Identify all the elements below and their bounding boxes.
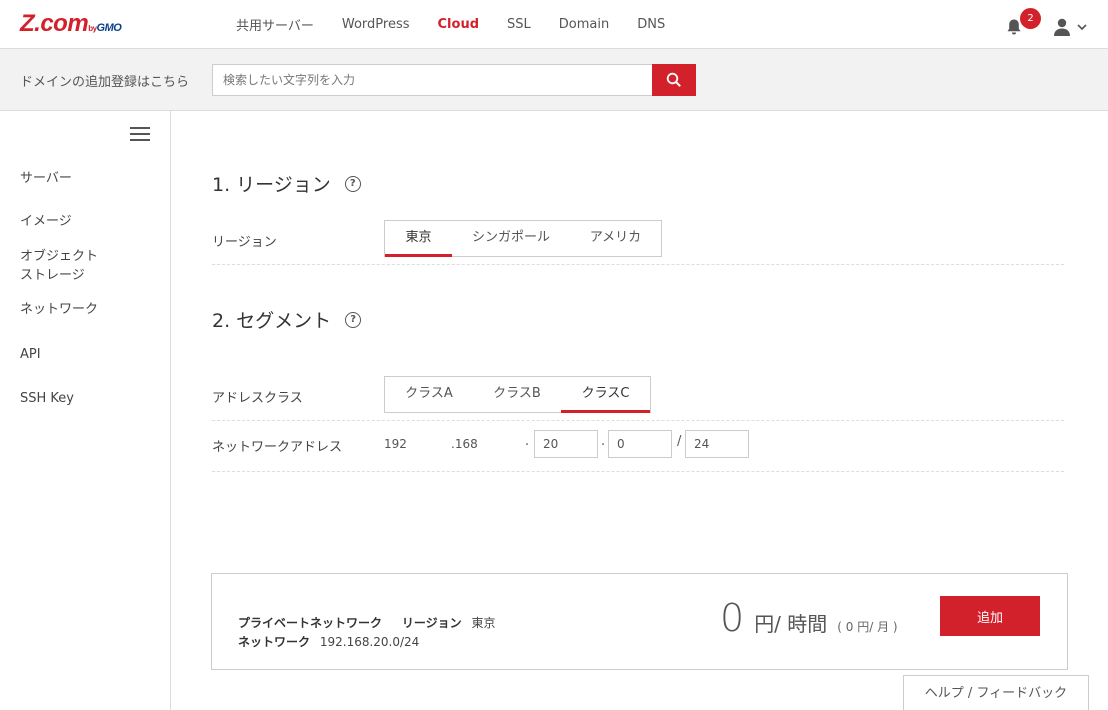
region-option-tokyo[interactable]: 東京 [385, 221, 452, 257]
logo-gmo: GMO [96, 22, 122, 34]
network-address-label: ネットワークアドレス [212, 440, 343, 455]
class-option-c[interactable]: クラスC [561, 377, 650, 413]
question-circle-icon[interactable]: ? [345, 311, 362, 328]
octet-1: 192 [384, 437, 407, 451]
divider [212, 420, 1064, 421]
octet-separator: . [601, 434, 606, 449]
sidebar-item-object-storage[interactable]: オブジェクト ストレージ [20, 247, 98, 285]
price-monthly: ( 0 円/ 月 ) [837, 620, 898, 634]
hamburger-menu-icon[interactable] [130, 127, 150, 141]
summary-network-value: 192.168.20.0/24 [319, 635, 420, 649]
region-option-singapore[interactable]: シンガポール [452, 221, 570, 256]
address-class-selector: クラスA クラスB クラスC [384, 376, 651, 413]
octet-2: .168 [451, 437, 478, 451]
domain-search-input[interactable] [212, 64, 652, 96]
nav-item-wordpress[interactable]: WordPress [342, 17, 410, 32]
summary-region-label: リージョン [401, 616, 462, 630]
top-bar: Z.combyGMO 共用サーバー WordPress Cloud SSL Do… [0, 0, 1108, 49]
prefix-input[interactable] [685, 430, 749, 458]
logo-main: Z.com [20, 10, 89, 37]
divider [212, 471, 1064, 472]
summary-region-value: 東京 [471, 616, 496, 630]
octet-3-input[interactable] [534, 430, 598, 458]
nav-item-dns[interactable]: DNS [637, 17, 665, 32]
summary-type: プライベートネットワーク [238, 616, 383, 630]
class-option-a[interactable]: クラスA [385, 377, 473, 412]
segment-section-title: 2. セグメント ? [212, 306, 362, 333]
search-button[interactable] [652, 64, 696, 96]
price-display: 0 円/ 時間 ( 0 円/ 月 ) [720, 596, 898, 640]
domain-search-label: ドメインの追加登録はこちら [20, 75, 190, 90]
summary-line-1: プライベートネットワーク リージョン 東京 [238, 614, 495, 631]
region-label: リージョン [212, 235, 277, 250]
price-unit: 円/ 時間 [754, 612, 828, 636]
region-title-text: 1. リージョン [212, 174, 331, 196]
user-icon[interactable] [1052, 17, 1072, 37]
nav-item-shared-server[interactable]: 共用サーバー [236, 15, 314, 34]
octet-4-input[interactable] [608, 430, 672, 458]
nav-item-ssl[interactable]: SSL [507, 17, 531, 32]
nav-item-domain[interactable]: Domain [559, 17, 609, 32]
nav-item-cloud[interactable]: Cloud [438, 17, 480, 32]
notification-badge: 2 [1020, 8, 1041, 29]
summary-line-2: ネットワーク 192.168.20.0/24 [238, 633, 419, 650]
octet-separator: . [525, 434, 530, 449]
main-nav: 共用サーバー WordPress Cloud SSL Domain DNS [236, 0, 693, 48]
prefix-separator: / [677, 434, 682, 449]
summary-panel: プライベートネットワーク リージョン 東京 ネットワーク 192.168.20.… [211, 573, 1068, 670]
region-section-title: 1. リージョン ? [212, 170, 361, 197]
add-button[interactable]: 追加 [940, 596, 1040, 636]
zcom-logo[interactable]: Z.combyGMO [20, 10, 122, 41]
sidebar-item-network[interactable]: ネットワーク [20, 300, 98, 319]
domain-search-band: ドメインの追加登録はこちら [0, 49, 1108, 111]
class-option-b[interactable]: クラスB [473, 377, 561, 412]
address-class-label: アドレスクラス [212, 391, 303, 406]
logo-by: by [88, 24, 97, 33]
sidebar-item-image[interactable]: イメージ [20, 212, 72, 231]
sidebar-item-server[interactable]: サーバー [20, 169, 72, 188]
divider [212, 264, 1064, 265]
help-feedback-button[interactable]: ヘルプ / フィードバック [903, 675, 1089, 710]
question-circle-icon[interactable]: ? [344, 175, 361, 192]
price-value: 0 [720, 596, 745, 640]
sidebar-item-ssh-key[interactable]: SSH Key [20, 389, 74, 408]
sidebar-item-api[interactable]: API [20, 345, 41, 364]
sidebar: サーバー イメージ オブジェクト ストレージ ネットワーク API SSH Ke… [0, 111, 171, 710]
region-selector: 東京 シンガポール アメリカ [384, 220, 662, 257]
summary-network-label: ネットワーク [238, 635, 311, 649]
region-option-america[interactable]: アメリカ [570, 221, 661, 256]
search-icon [666, 72, 681, 87]
segment-title-text: 2. セグメント [212, 310, 332, 332]
chevron-down-icon[interactable] [1076, 22, 1088, 32]
